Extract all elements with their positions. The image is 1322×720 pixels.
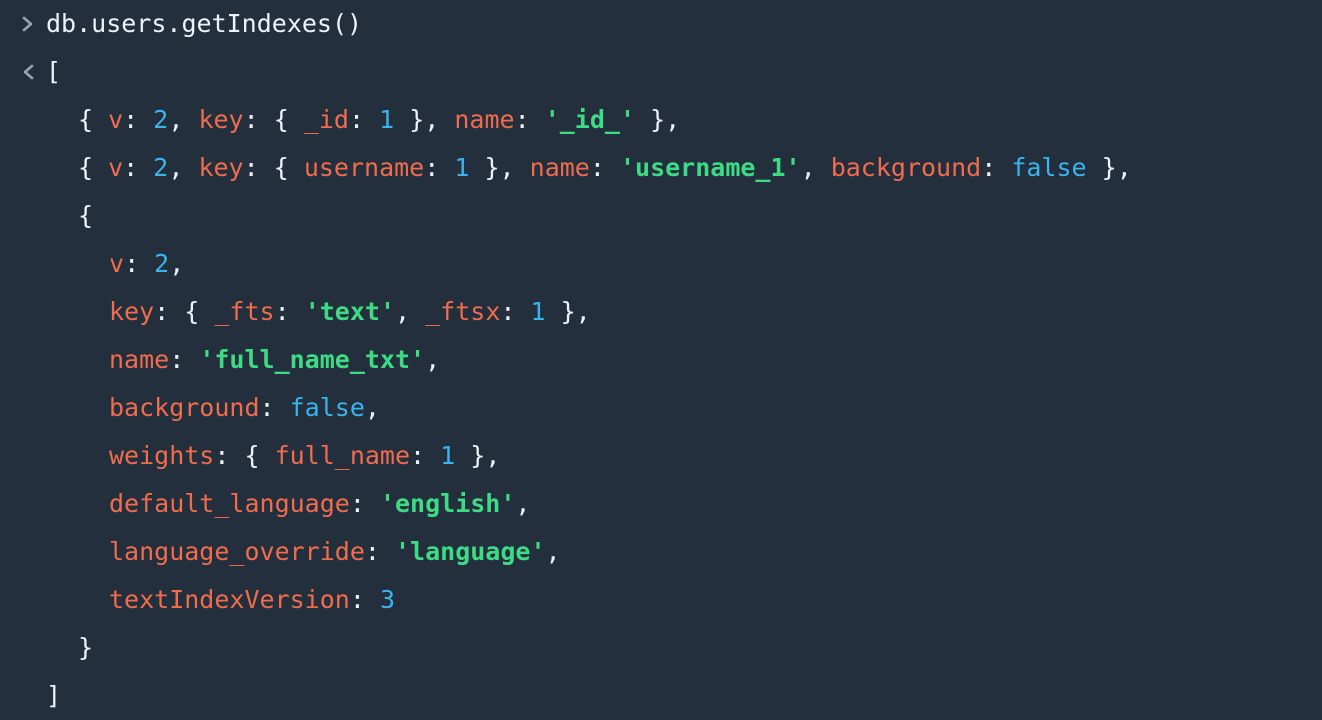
output-line: [ xyxy=(46,48,61,96)
string-value: 'username_1' xyxy=(619,153,801,182)
command-input-line[interactable]: db.users.getIndexes() xyxy=(46,0,362,48)
punctuation: }, xyxy=(394,105,455,134)
number-value: 3 xyxy=(379,585,395,614)
punctuation: , xyxy=(545,537,561,566)
field-key: textIndexVersion xyxy=(109,585,350,614)
punctuation: }, xyxy=(545,297,591,326)
punctuation: : xyxy=(364,537,395,566)
output-line: { v: 2, key: { _id: 1 }, name: '_id_' }, xyxy=(78,96,680,144)
chevron-left-icon xyxy=(20,48,36,96)
punctuation: : { xyxy=(243,153,304,182)
output-line: name: 'full_name_txt', xyxy=(109,336,440,384)
punctuation: , xyxy=(425,345,441,374)
punctuation: : xyxy=(123,153,154,182)
field-key: name xyxy=(109,345,170,374)
field-key: name xyxy=(454,105,515,134)
punctuation: , xyxy=(168,105,199,134)
punctuation: : xyxy=(274,297,305,326)
number-value: 1 xyxy=(379,105,395,134)
string-value: 'text' xyxy=(304,297,396,326)
punctuation: : xyxy=(500,297,531,326)
number-value: 1 xyxy=(530,297,546,326)
punctuation: : xyxy=(514,105,545,134)
punctuation: : { xyxy=(243,105,304,134)
punctuation: : { xyxy=(214,441,275,470)
field-key: weights xyxy=(109,441,215,470)
punctuation: : xyxy=(349,489,380,518)
punctuation: : xyxy=(349,585,380,614)
field-key: key xyxy=(198,105,244,134)
field-key: _id xyxy=(303,105,349,134)
output-line: v: 2, xyxy=(109,240,184,288)
punctuation: : xyxy=(348,105,380,134)
field-key: background xyxy=(109,393,260,422)
punctuation: : xyxy=(424,153,455,182)
field-key: _fts xyxy=(214,297,275,326)
punctuation: , xyxy=(800,153,831,182)
chevron-right-icon xyxy=(20,0,36,48)
punctuation: }, xyxy=(1086,153,1132,182)
number-value: 2 xyxy=(153,153,169,182)
punctuation: , xyxy=(169,249,185,278)
number-value: 2 xyxy=(153,105,169,134)
punctuation: : xyxy=(410,441,441,470)
punctuation: [ xyxy=(46,57,62,86)
punctuation: : xyxy=(981,153,1012,182)
field-key: username xyxy=(303,153,425,182)
punctuation: : { xyxy=(154,297,215,326)
field-key: background xyxy=(830,153,982,182)
punctuation: ] xyxy=(46,681,62,710)
mongo-shell-console: db.users.getIndexes() [{ v: 2, key: { _i… xyxy=(0,0,1322,720)
punctuation: , xyxy=(395,297,426,326)
punctuation: , xyxy=(168,153,199,182)
string-value: '_id_' xyxy=(544,105,636,134)
field-key: v xyxy=(109,249,125,278)
punctuation: , xyxy=(515,489,531,518)
output-line: language_override: 'language', xyxy=(109,528,561,576)
punctuation: } xyxy=(78,633,94,662)
field-key: _ftsx xyxy=(425,297,501,326)
number-value: 1 xyxy=(454,153,470,182)
output-line: { v: 2, key: { username: 1 }, name: 'use… xyxy=(78,144,1132,192)
field-key: key xyxy=(198,153,244,182)
number-value: false xyxy=(1011,153,1087,182)
field-key: key xyxy=(109,297,155,326)
punctuation: : xyxy=(589,153,620,182)
field-key: v xyxy=(108,105,124,134)
punctuation: }, xyxy=(635,105,681,134)
output-line: textIndexVersion: 3 xyxy=(109,576,395,624)
punctuation: { xyxy=(78,201,94,230)
punctuation: { xyxy=(78,153,109,182)
punctuation: : xyxy=(124,249,155,278)
punctuation: { xyxy=(78,105,109,134)
string-value: 'english' xyxy=(379,489,516,518)
output-line: ] xyxy=(46,672,61,720)
punctuation: , xyxy=(364,393,380,422)
punctuation: : xyxy=(123,105,154,134)
field-key: default_language xyxy=(109,489,350,518)
output-line: { xyxy=(78,192,93,240)
punctuation: : xyxy=(169,345,200,374)
number-value: 2 xyxy=(154,249,170,278)
string-value: 'full_name_txt' xyxy=(199,345,426,374)
field-key: language_override xyxy=(109,537,365,566)
output-line: weights: { full_name: 1 }, xyxy=(109,432,500,480)
field-key: name xyxy=(529,153,590,182)
output-line: key: { _fts: 'text', _ftsx: 1 }, xyxy=(109,288,591,336)
punctuation: }, xyxy=(469,153,530,182)
number-value: 1 xyxy=(440,441,456,470)
field-key: v xyxy=(108,153,124,182)
output-line: } xyxy=(78,624,93,672)
punctuation: }, xyxy=(455,441,501,470)
field-key: full_name xyxy=(274,441,411,470)
output-line: default_language: 'english', xyxy=(109,480,530,528)
string-value: 'language' xyxy=(394,537,546,566)
punctuation: : xyxy=(259,393,290,422)
output-line: background: false, xyxy=(109,384,380,432)
number-value: false xyxy=(289,393,365,422)
